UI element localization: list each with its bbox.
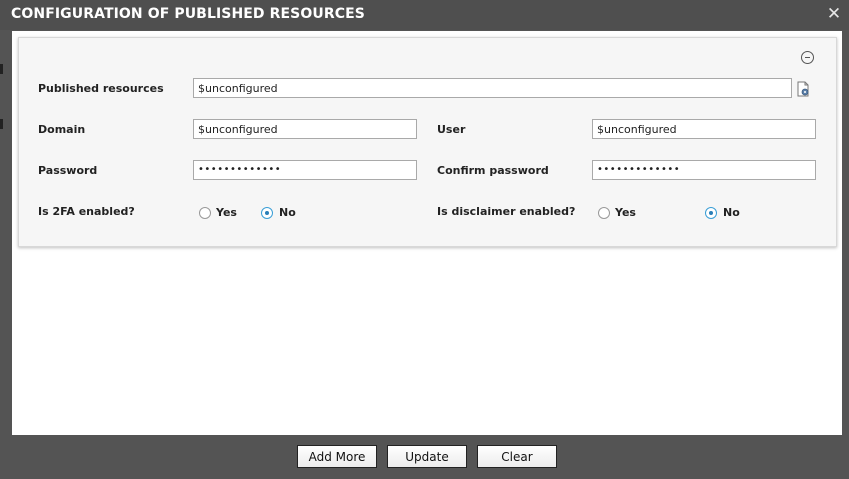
background-edge-mark [0,64,3,74]
dialog-titlebar: CONFIGURATION OF PUBLISHED RESOURCES ✕ [0,0,849,30]
disclaimer-label: Is disclaimer enabled? [437,205,576,218]
dialog-title: CONFIGURATION OF PUBLISHED RESOURCES [11,6,365,22]
disclaimer-no-label: No [723,206,740,219]
domain-input[interactable] [193,119,417,139]
document-gear-icon[interactable] [797,81,810,97]
two-fa-no-label: No [279,206,296,219]
update-button[interactable]: Update [387,445,467,468]
two-fa-no-radio[interactable] [261,207,273,219]
close-icon[interactable]: ✕ [826,4,842,24]
published-resources-input[interactable] [193,78,792,98]
resource-config-panel: Published resources Domain User Password… [18,37,837,247]
two-fa-label: Is 2FA enabled? [38,205,135,218]
dialog-content: Published resources Domain User Password… [12,31,842,435]
disclaimer-no-radio[interactable] [705,207,717,219]
published-resources-label: Published resources [38,82,164,95]
two-fa-yes-label: Yes [216,206,237,219]
domain-label: Domain [38,123,86,136]
user-input[interactable] [592,119,816,139]
background-edge-mark [0,119,3,129]
two-fa-yes-radio[interactable] [199,207,211,219]
collapse-panel-icon[interactable] [801,51,814,64]
confirm-password-label: Confirm password [437,164,549,177]
password-input[interactable]: ••••••••••••• [193,160,417,180]
configuration-dialog: CONFIGURATION OF PUBLISHED RESOURCES ✕ P… [0,0,849,479]
clear-button[interactable]: Clear [477,445,557,468]
disclaimer-yes-label: Yes [615,206,636,219]
user-label: User [437,123,466,136]
add-more-button[interactable]: Add More [297,445,377,468]
disclaimer-yes-radio[interactable] [598,207,610,219]
confirm-password-input[interactable]: ••••••••••••• [592,160,816,180]
password-label: Password [38,164,98,177]
